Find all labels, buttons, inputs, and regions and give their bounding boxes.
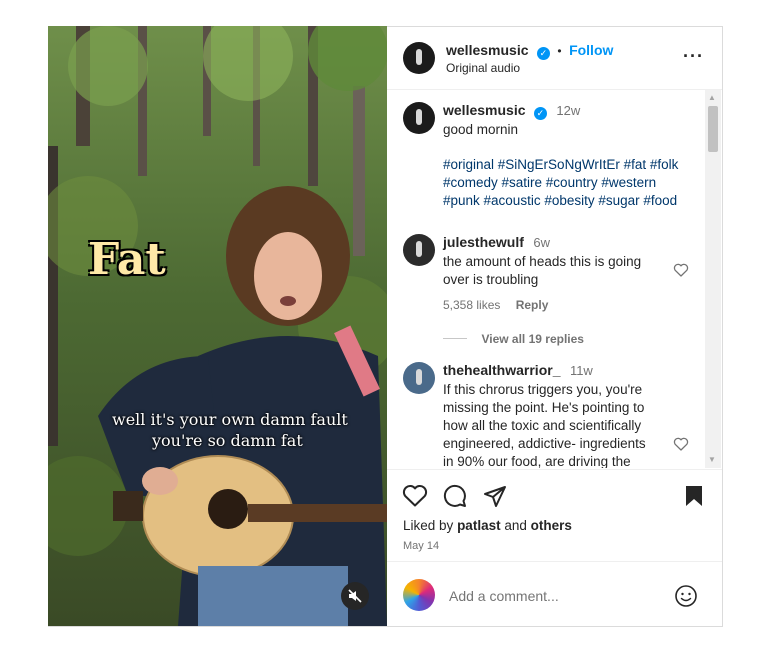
post-actions: Liked by patlast and others May 14: [387, 469, 722, 562]
emoji-smiley-icon[interactable]: [674, 584, 698, 608]
view-replies-button[interactable]: View all 19 replies: [443, 330, 584, 348]
reply-button[interactable]: Reply: [516, 298, 549, 312]
liked-by-line: Liked by patlast and others: [403, 518, 572, 533]
video-subtitle-line2: you're so damn fat: [152, 431, 303, 450]
caption-time[interactable]: 12w: [556, 103, 580, 118]
more-options-icon[interactable]: ···: [683, 46, 704, 67]
post-date[interactable]: May 14: [403, 540, 439, 552]
comment-text-line2: over is troubling: [443, 272, 539, 287]
like-comment-heart-icon[interactable]: [673, 436, 689, 452]
scroll-down-arrow-icon[interactable]: ▼: [708, 455, 716, 464]
muted-speaker-icon: [348, 589, 362, 603]
liked-by-and: and: [504, 518, 527, 533]
avatar[interactable]: [403, 362, 435, 394]
share-paper-plane-icon[interactable]: [483, 484, 507, 508]
audio-label[interactable]: Original audio: [446, 61, 520, 75]
comment-time[interactable]: 6w: [533, 235, 550, 250]
save-bookmark-icon[interactable]: [684, 485, 704, 507]
avatar[interactable]: [403, 102, 435, 134]
comment-bubble-icon[interactable]: [443, 484, 467, 508]
comments-scrollbar[interactable]: ▲ ▼: [705, 90, 721, 468]
scroll-thumb[interactable]: [708, 106, 718, 152]
video-subtitle-line1: well it's your own damn fault: [112, 410, 348, 429]
caption-header: wellesmusic ✓ 12w: [443, 102, 580, 120]
avatar[interactable]: [403, 42, 435, 74]
add-comment-input[interactable]: [447, 584, 671, 608]
verified-badge-icon: ✓: [536, 47, 550, 60]
video-player[interactable]: Fat well it's your own damn fault you're…: [48, 26, 387, 626]
video-title-overlay: Fat: [88, 234, 166, 285]
video-frame: [48, 26, 387, 626]
post-side-panel: wellesmusic ✓ • Follow Original audio ··…: [387, 26, 723, 627]
hashtags-line1[interactable]: #original #SiNgErSoNgWrItEr #fat #folk: [443, 156, 678, 174]
verified-badge-icon: ✓: [533, 107, 547, 120]
comment-text-line1: If this chrorus triggers you, you're: [443, 382, 643, 397]
like-heart-icon[interactable]: [402, 484, 428, 508]
caption-text: good mornin: [443, 122, 519, 137]
comment-username[interactable]: thehealthwarrior_: [443, 362, 560, 378]
comment-time[interactable]: 11w: [570, 363, 593, 378]
scroll-up-arrow-icon[interactable]: ▲: [708, 93, 716, 102]
post-header: wellesmusic ✓ • Follow Original audio ··…: [387, 26, 722, 90]
liked-by-user[interactable]: patlast: [457, 518, 501, 533]
comment-text-line1: the amount of heads this is going: [443, 254, 642, 269]
comment-text-line3: how all the toxic and scientifically: [443, 418, 642, 433]
liked-by-others[interactable]: others: [531, 518, 572, 533]
hashtags-line2[interactable]: #comedy #satire #country #western: [443, 174, 656, 192]
header-user-line: wellesmusic ✓ • Follow: [446, 42, 613, 60]
like-comment-heart-icon[interactable]: [673, 262, 689, 278]
comment-username[interactable]: julesthewulf: [443, 234, 524, 250]
comment-text-line4: engineered, addictive- ingredients: [443, 436, 646, 451]
add-comment-bar: [387, 561, 722, 628]
comment-text-line5: in 90% our food, are driving the: [443, 454, 631, 468]
avatar[interactable]: [403, 234, 435, 266]
replies-divider: [443, 338, 467, 340]
follow-button[interactable]: Follow: [569, 42, 613, 58]
liked-by-prefix: Liked by: [403, 518, 454, 533]
comments-list[interactable]: wellesmusic ✓ 12w good mornin #original …: [387, 90, 722, 468]
view-replies-label[interactable]: View all 19 replies: [481, 332, 584, 346]
header-username[interactable]: wellesmusic: [446, 42, 529, 58]
comment-text-line2: missing the point. He's pointing to: [443, 400, 645, 415]
mute-button[interactable]: [341, 582, 369, 610]
hashtags-line3[interactable]: #punk #acoustic #obesity #sugar #food: [443, 192, 677, 210]
separator-dot: •: [557, 44, 562, 58]
caption-username[interactable]: wellesmusic: [443, 102, 526, 118]
emoji-sticker-icon[interactable]: [403, 579, 435, 611]
comment-likes[interactable]: 5,358 likes: [443, 298, 500, 312]
